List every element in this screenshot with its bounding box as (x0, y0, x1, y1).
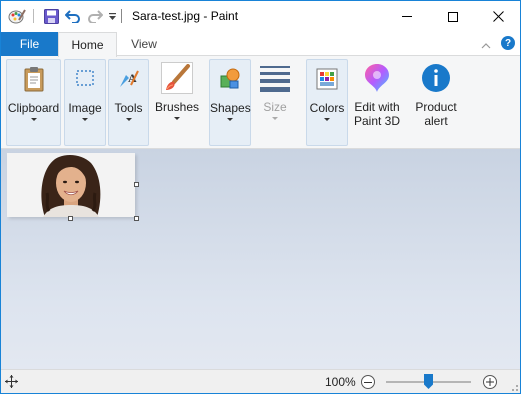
close-icon (492, 11, 504, 22)
size-dropdown-icon (272, 117, 278, 120)
paint3d-icon (361, 62, 393, 94)
tools-label: Tools (114, 101, 143, 115)
tab-view[interactable]: View (117, 32, 171, 56)
paint3d-label-line2: Paint 3D (353, 114, 401, 128)
resize-grip-icon[interactable] (508, 381, 518, 391)
product-alert-label-line1: Product (415, 100, 457, 114)
ribbon-panel: Clipboard Image A Tools Brushes Shapes S… (1, 56, 520, 149)
tools-dropdown-icon (125, 118, 132, 121)
canvas-image[interactable] (7, 153, 135, 217)
maximize-button[interactable] (430, 1, 476, 32)
customize-qat-icon[interactable] (105, 6, 119, 26)
colors-icon (311, 63, 343, 95)
colors-dropdown-icon (324, 118, 330, 121)
brushes-label: Brushes (154, 100, 200, 114)
brush-icon (161, 62, 193, 94)
save-icon[interactable] (41, 6, 61, 26)
image-dropdown-icon (82, 118, 88, 121)
shapes-dropdown-icon (227, 118, 233, 121)
paint3d-label-line1: Edit with (354, 100, 400, 114)
tools-button[interactable]: A Tools (108, 59, 149, 146)
zoom-slider-thumb[interactable] (424, 374, 433, 389)
image-button[interactable]: Image (64, 59, 106, 146)
collapse-ribbon-icon[interactable] (481, 38, 491, 52)
title-separator (121, 9, 122, 23)
shapes-icon (214, 63, 246, 95)
cursor-position-icon (5, 375, 18, 391)
zoom-level: 100% (325, 375, 356, 389)
info-icon (420, 62, 452, 94)
colors-label: Colors (309, 101, 345, 115)
shapes-label: Shapes (210, 101, 251, 115)
shapes-button[interactable]: Shapes (209, 59, 251, 146)
clipboard-button[interactable]: Clipboard (6, 59, 61, 146)
help-icon[interactable]: ? (501, 36, 515, 50)
brushes-dropdown-icon (174, 117, 180, 120)
minimize-icon (402, 16, 412, 17)
size-icon (259, 62, 291, 94)
minus-icon (364, 381, 372, 383)
product-alert-button[interactable]: Product alert (411, 59, 461, 146)
clipboard-label: Clipboard (7, 101, 60, 115)
clipboard-dropdown-icon (30, 118, 37, 121)
resize-handle-corner[interactable] (134, 216, 139, 221)
edit-with-paint3d-button[interactable]: Edit with Paint 3D (351, 59, 403, 146)
title-bar: Sara-test.jpg - Paint (1, 1, 520, 32)
clipboard-icon (18, 63, 50, 95)
zoom-out-button[interactable] (361, 375, 375, 389)
product-alert-label: Product alert (411, 100, 461, 128)
size-label: Size (263, 100, 287, 114)
portrait-photo (7, 153, 135, 217)
resize-handle-bottom[interactable] (68, 216, 73, 221)
canvas-area[interactable] (1, 149, 520, 369)
paint-app-icon[interactable] (7, 6, 27, 26)
qat-separator (32, 6, 34, 26)
colors-button[interactable]: Colors (306, 59, 348, 146)
tab-file[interactable]: File (1, 32, 58, 56)
paint-window: Sara-test.jpg - Paint File Home View ? C… (0, 0, 521, 394)
close-button[interactable] (475, 1, 521, 32)
status-bar: 100% (1, 369, 520, 393)
brushes-button[interactable]: Brushes (151, 59, 203, 146)
tab-home[interactable]: Home (58, 32, 117, 57)
paint3d-label: Edit with Paint 3D (351, 100, 403, 128)
undo-icon[interactable] (63, 6, 83, 26)
plus-icon (486, 378, 494, 386)
minimize-button[interactable] (384, 1, 430, 32)
image-label: Image (68, 101, 102, 115)
redo-icon[interactable] (85, 6, 105, 26)
select-icon (69, 63, 101, 95)
product-alert-label-line2: alert (424, 114, 448, 128)
ribbon-tabs: File Home View ? (1, 32, 520, 57)
size-button[interactable]: Size (254, 59, 296, 146)
resize-handle-right[interactable] (134, 182, 139, 187)
window-title: Sara-test.jpg - Paint (132, 9, 239, 23)
zoom-in-button[interactable] (483, 375, 497, 389)
tools-icon: A (113, 63, 145, 95)
maximize-icon (448, 11, 458, 22)
